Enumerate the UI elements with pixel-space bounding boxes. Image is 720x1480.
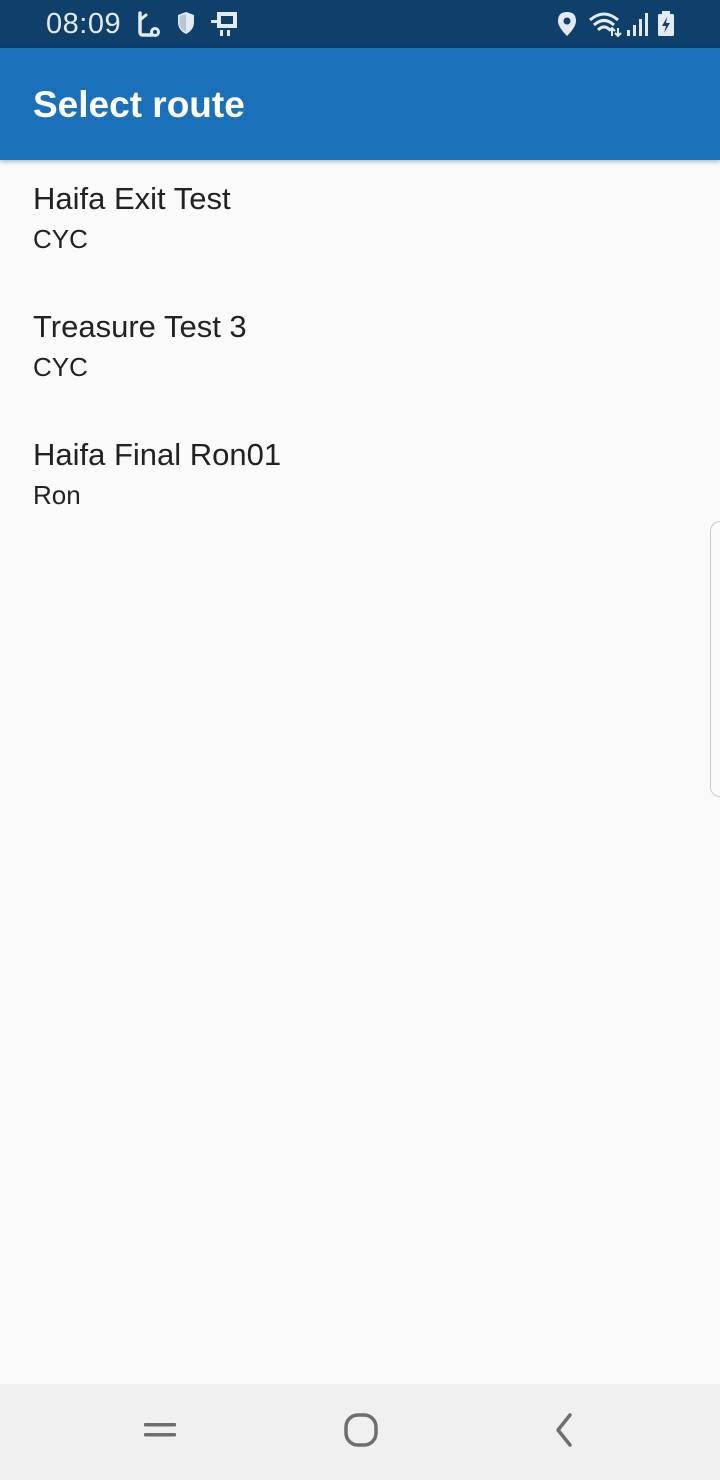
back-button[interactable] <box>540 1412 588 1452</box>
app-bar: Select route <box>0 48 720 160</box>
route-list-item[interactable]: Treasure Test 3 CYC <box>0 288 720 416</box>
page-title: Select route <box>33 84 245 125</box>
home-button[interactable] <box>337 1412 385 1452</box>
location-icon <box>556 10 578 38</box>
home-icon <box>341 1410 381 1455</box>
shield-icon <box>176 10 196 38</box>
route-name: Treasure Test 3 <box>33 309 247 344</box>
status-bar: 08:09 <box>0 0 720 48</box>
recents-button[interactable] <box>136 1412 184 1452</box>
recents-icon <box>142 1418 178 1447</box>
route-list-item[interactable]: Haifa Exit Test CYC <box>0 160 720 288</box>
usb-debug-icon <box>136 10 162 38</box>
route-list: Haifa Exit Test CYC Treasure Test 3 CYC … <box>0 160 720 544</box>
route-name: Haifa Final Ron01 <box>33 437 282 472</box>
wifi-icon <box>588 10 622 38</box>
back-icon <box>550 1410 578 1455</box>
status-time: 08:09 <box>46 8 122 40</box>
route-owner: Ron <box>33 480 81 510</box>
battery-charging-icon <box>656 10 676 38</box>
signal-icon <box>626 10 650 38</box>
cast-icon <box>210 10 240 38</box>
route-owner: CYC <box>33 224 88 254</box>
screen: 08:09 Select route Haifa Exit Test CYC T… <box>0 0 720 1480</box>
navigation-bar <box>0 1384 720 1480</box>
route-name: Haifa Exit Test <box>33 181 231 216</box>
route-list-item[interactable]: Haifa Final Ron01 Ron <box>0 416 720 544</box>
edge-panel-handle[interactable] <box>710 521 720 797</box>
route-owner: CYC <box>33 352 88 382</box>
